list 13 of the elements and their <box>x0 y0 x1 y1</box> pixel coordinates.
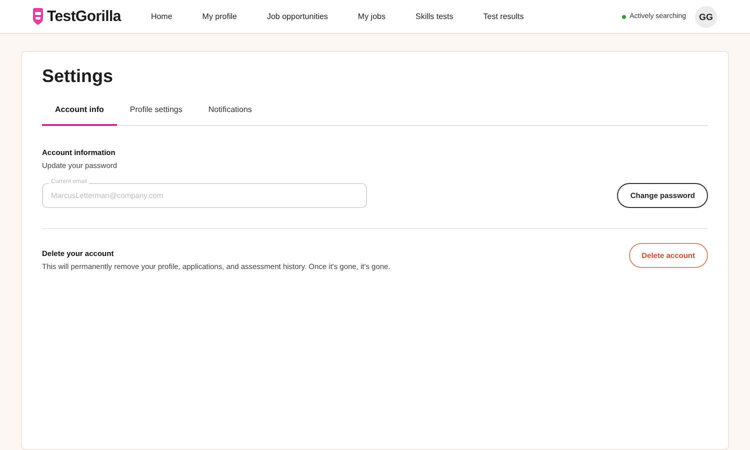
nav-link[interactable]: Job opportunities <box>254 12 340 21</box>
nav-link[interactable]: My profile <box>190 12 249 21</box>
tab[interactable]: Account info <box>42 105 117 126</box>
nav-link[interactable]: Test results <box>471 12 536 21</box>
nav-link[interactable]: Home <box>138 12 184 21</box>
logo-text[interactable]: TestGorilla <box>47 8 121 25</box>
avatar[interactable]: GG <box>695 6 717 28</box>
page-title: Settings <box>42 66 114 87</box>
tab[interactable]: Profile settings <box>116 105 196 126</box>
nav-link[interactable]: Skills tests <box>403 12 466 21</box>
gorilla-logo-icon <box>32 8 44 25</box>
tab[interactable]: Notifications <box>195 105 265 126</box>
nav-link[interactable]: My jobs <box>346 12 398 21</box>
